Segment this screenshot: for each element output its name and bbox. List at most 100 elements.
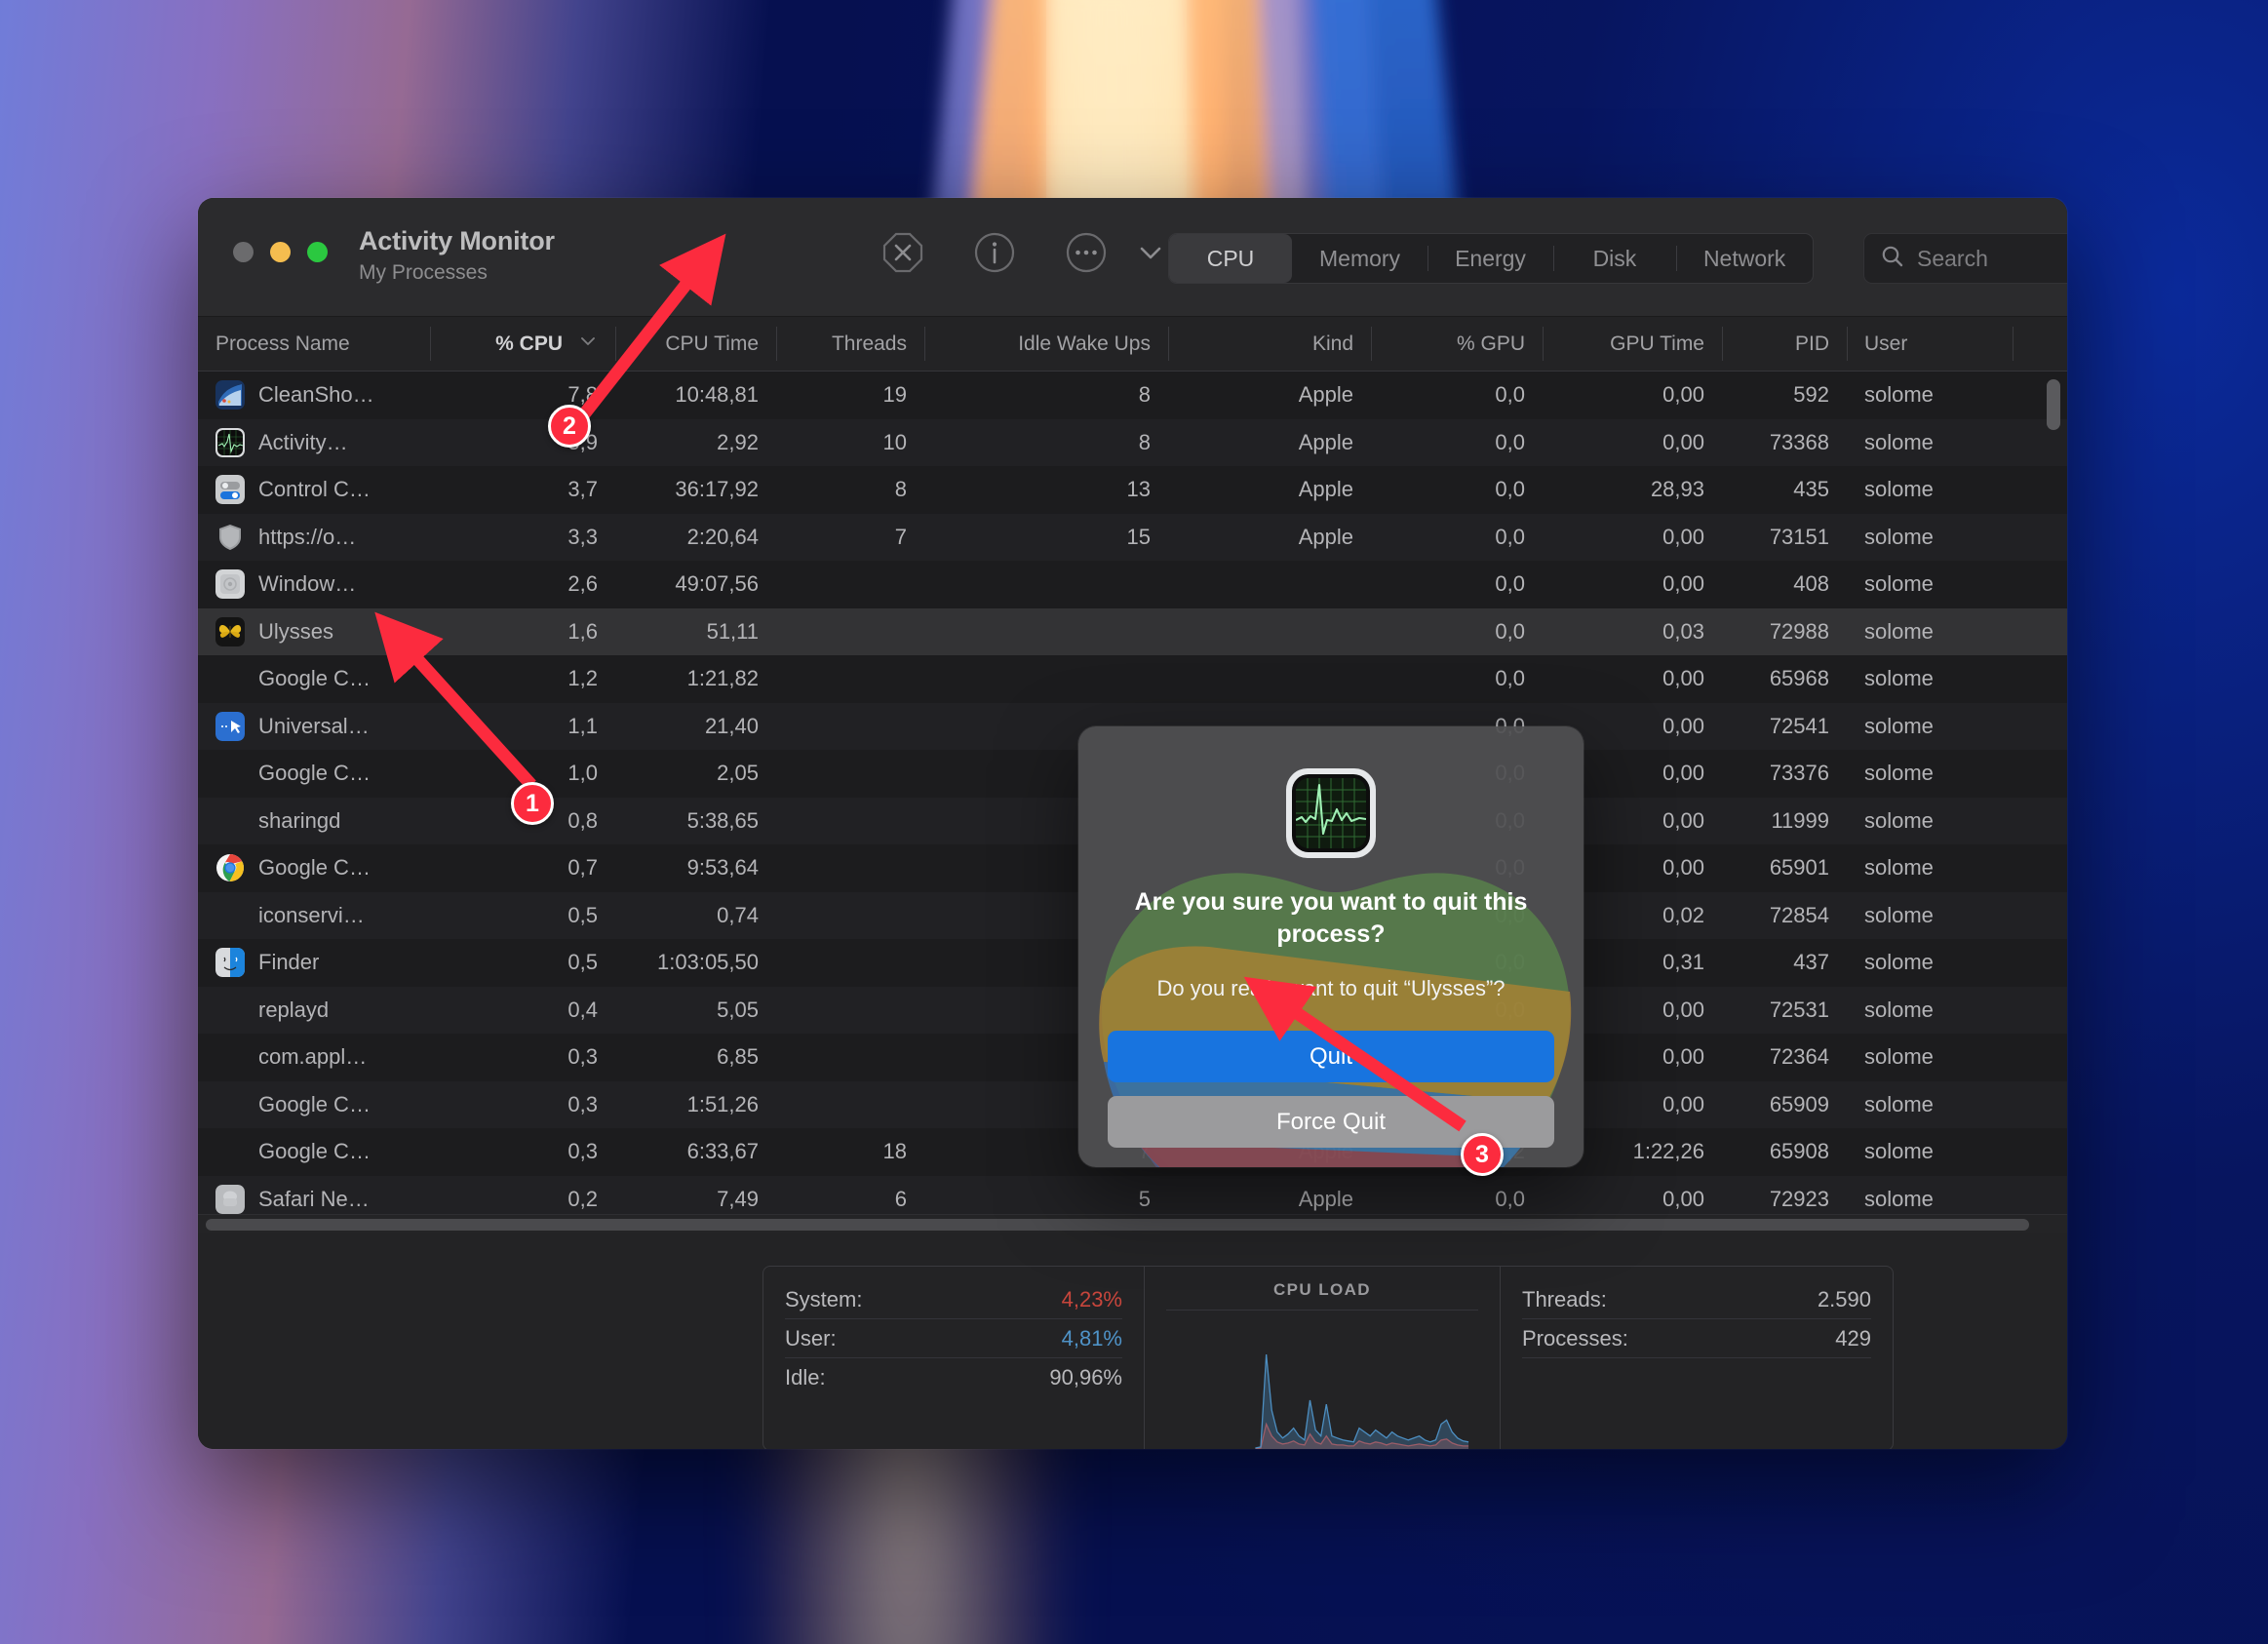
table-row[interactable]: Window… 2,6 49:07,56 0,0 0,00 408 solome bbox=[198, 561, 2067, 608]
column-header-gpu[interactable]: % GPU bbox=[1371, 317, 1543, 371]
cell-cpu: 0,3 bbox=[567, 1139, 598, 1164]
cell-kind bbox=[1168, 608, 1371, 656]
cell-gputime: 0,00 bbox=[1662, 429, 1704, 454]
table-row[interactable]: Ulysses 1,6 51,11 0,0 0,03 72988 solome bbox=[198, 607, 2067, 656]
cell-pid: 65968 bbox=[1769, 666, 1829, 691]
cell-cpu: 1,6 bbox=[567, 618, 598, 644]
threads-processes-panel: Threads: 2.590 Processes: 429 bbox=[1501, 1267, 1893, 1449]
stat-row-processes: Processes: 429 bbox=[1522, 1319, 1871, 1358]
vertical-scrollbar[interactable] bbox=[2047, 379, 2060, 430]
column-header-label: % GPU bbox=[1456, 332, 1525, 355]
control-center-app-icon bbox=[215, 475, 245, 505]
table-row[interactable]: CleanSho… 7,8 10:48,81 19 8 Apple 0,0 0,00 592 so… bbox=[198, 372, 2067, 419]
table-row[interactable]: Google C… 1,2 1:21,82 0,0 0,00 65968 solome bbox=[198, 655, 2067, 703]
column-header-idle[interactable]: Idle Wake Ups bbox=[924, 317, 1168, 371]
stat-value-idle: 90,96% bbox=[1049, 1365, 1122, 1390]
info-icon[interactable] bbox=[972, 230, 1017, 275]
tab-disk[interactable]: Disk bbox=[1552, 234, 1676, 283]
tab-memory[interactable]: Memory bbox=[1292, 234, 1427, 283]
quit-process-dialog: Are you sure you want to quit this proce… bbox=[1078, 726, 1584, 1167]
cell-idle: 8 bbox=[1138, 429, 1151, 454]
more-options-icon[interactable] bbox=[1064, 230, 1109, 275]
column-header-threads[interactable]: Threads bbox=[776, 317, 924, 371]
process-icon-placeholder bbox=[215, 1137, 245, 1166]
stat-label-idle: Idle: bbox=[785, 1365, 826, 1390]
cpu-usage-panel: System: 4,23% User: 4,81% Idle: 90,96% bbox=[763, 1267, 1144, 1449]
cell-name: com.appl… bbox=[198, 1034, 430, 1081]
column-header-user[interactable]: User bbox=[1847, 317, 2013, 371]
cell-gpu: 0,0 bbox=[1495, 429, 1525, 454]
process-name-label: Ulysses bbox=[258, 618, 334, 644]
minimize-window-button[interactable] bbox=[270, 242, 291, 262]
column-header-label: Process Name bbox=[215, 332, 350, 355]
stat-value-processes: 429 bbox=[1835, 1325, 1871, 1350]
cell-name: replayd bbox=[198, 987, 430, 1035]
cell-name: sharingd bbox=[198, 798, 430, 845]
dialog-message: Do you really want to quit “Ulysses”? bbox=[1156, 976, 1505, 1000]
tab-cpu[interactable]: CPU bbox=[1169, 234, 1292, 283]
cell-pid: 72531 bbox=[1769, 997, 1829, 1022]
cell-user: solome bbox=[1864, 761, 1934, 786]
process-icon-placeholder bbox=[215, 901, 245, 930]
cell-spacer bbox=[2013, 892, 2067, 940]
dialog-content: Are you sure you want to quit this proce… bbox=[1078, 726, 1584, 1001]
cell-spacer bbox=[2013, 987, 2067, 1035]
column-header-label: Idle Wake Ups bbox=[1018, 332, 1151, 355]
cell-kind bbox=[1168, 561, 1371, 608]
process-name-label: Control C… bbox=[258, 477, 371, 502]
dialog-button-group: Quit Force Quit Cancel bbox=[1078, 1001, 1584, 1167]
horizontal-scrollbar-track[interactable] bbox=[198, 1214, 2067, 1233]
cell-gpu: 0,0 bbox=[1495, 666, 1525, 691]
window-subtitle: My Processes bbox=[359, 261, 488, 284]
cell-threads bbox=[776, 987, 924, 1035]
stop-process-icon[interactable] bbox=[880, 230, 925, 275]
cell-cputime: 1:51,26 bbox=[686, 1091, 759, 1116]
maximize-window-button[interactable] bbox=[307, 242, 328, 262]
process-name-label: Universal… bbox=[258, 713, 370, 738]
process-icon-placeholder bbox=[215, 664, 245, 693]
quit-button[interactable]: Quit bbox=[1108, 1031, 1554, 1082]
tab-network[interactable]: Network bbox=[1675, 234, 1813, 283]
cell-cputime: 6:33,67 bbox=[686, 1139, 759, 1164]
cell-spacer bbox=[2013, 1081, 2067, 1129]
tab-energy[interactable]: Energy bbox=[1427, 234, 1553, 283]
column-header-kind[interactable]: Kind bbox=[1168, 317, 1371, 371]
process-name-label: Google C… bbox=[258, 1139, 371, 1164]
stat-row-user: User: 4,81% bbox=[785, 1319, 1122, 1358]
table-row[interactable]: https://o… 3,3 2:20,64 7 15 Apple 0,0 0,00 73151… bbox=[198, 513, 2067, 561]
column-header-label: PID bbox=[1794, 332, 1829, 355]
window-title-block: Activity Monitor My Processes bbox=[359, 226, 555, 285]
cell-name: Finder bbox=[198, 939, 430, 987]
cell-cpu: 1,2 bbox=[567, 666, 598, 691]
universal-control-app-icon bbox=[215, 711, 245, 741]
column-header-gputime[interactable]: GPU Time bbox=[1543, 317, 1722, 371]
horizontal-scrollbar[interactable] bbox=[206, 1219, 2029, 1231]
table-row[interactable]: Activity…5,92,92108Apple0,00,0073368solo… bbox=[198, 418, 2067, 466]
cell-spacer bbox=[2013, 655, 2067, 703]
cell-kind: Apple bbox=[1298, 429, 1353, 454]
column-header-cpu[interactable]: % CPU bbox=[430, 317, 615, 371]
column-header-label: User bbox=[1864, 332, 1908, 355]
cell-cpu: 3,3 bbox=[567, 524, 598, 549]
cell-threads: 10 bbox=[882, 429, 907, 454]
cell-pid: 73368 bbox=[1769, 429, 1829, 454]
column-header-pid[interactable]: PID bbox=[1722, 317, 1847, 371]
cell-idle bbox=[924, 608, 1168, 656]
search-field[interactable]: Search bbox=[1863, 233, 2067, 284]
process-icon-placeholder bbox=[215, 1042, 245, 1072]
cell-pid: 72541 bbox=[1769, 713, 1829, 738]
cell-threads bbox=[776, 750, 924, 798]
chevron-down-icon[interactable] bbox=[1128, 230, 1173, 275]
cell-pid: 437 bbox=[1793, 950, 1829, 975]
close-window-button[interactable] bbox=[233, 242, 254, 262]
table-row[interactable]: Control C… 3,7 36:17,92 8 13 Apple 0,0 28,93 435… bbox=[198, 466, 2067, 514]
cell-name: Universal… bbox=[198, 703, 430, 751]
column-header-name[interactable]: Process Name bbox=[198, 317, 430, 371]
process-name-label: sharingd bbox=[258, 807, 341, 833]
dialog-title: Are you sure you want to quit this proce… bbox=[1134, 888, 1528, 948]
cell-gpu: 0,0 bbox=[1495, 524, 1525, 549]
stat-row-idle: Idle: 90,96% bbox=[785, 1358, 1122, 1397]
column-header-cputime[interactable]: CPU Time bbox=[615, 317, 776, 371]
cell-pid: 65908 bbox=[1769, 1139, 1829, 1164]
cell-user: solome bbox=[1864, 571, 1934, 597]
